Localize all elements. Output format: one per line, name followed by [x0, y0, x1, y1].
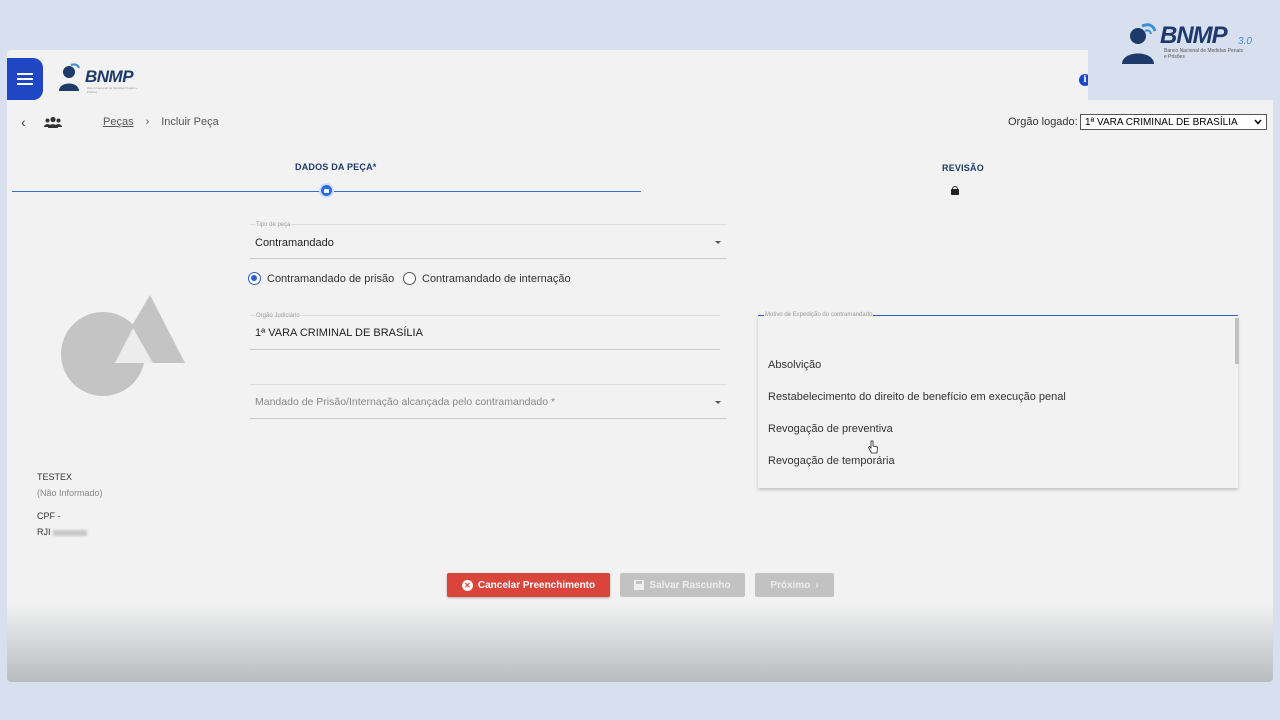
motivo-dropdown[interactable]: Motivo de Expedição do contramandado Abs…: [758, 312, 1239, 488]
dropdown-option[interactable]: Revogação de temporária: [768, 455, 895, 467]
people-icon: [44, 116, 62, 128]
person-name: TESTEX: [37, 472, 73, 482]
save-icon: [634, 580, 645, 590]
close-icon: ✕: [461, 579, 473, 591]
step-label-dados[interactable]: DADOS DA PEÇA*: [295, 162, 376, 172]
person-rji-label: RJI: [37, 527, 51, 537]
org-label: Orgão logado:: [1008, 116, 1078, 128]
tipo-peca-select[interactable]: Tipo de peça Contramandado: [250, 222, 727, 259]
chevron-down-icon: [1254, 119, 1262, 125]
chevron-right-icon: ›: [815, 579, 819, 591]
badge-subtitle: Banco Nacional de Medidas Penais e Prisõ…: [1164, 48, 1243, 60]
redacted-value: [52, 529, 87, 536]
radio-label: Contramandado de prisão: [267, 272, 395, 285]
step-lock-icon: [319, 183, 334, 198]
tipo-peca-label: Tipo de peça: [255, 222, 292, 228]
breadcrumb-link-pecas[interactable]: Peças: [103, 116, 134, 128]
bnmp-badge-logo: BNMP 3.0 Banco Nacional de Medidas Penai…: [1118, 18, 1268, 68]
cancel-button-label: Cancelar Preenchimento: [477, 579, 596, 591]
photo-placeholder-icon: [61, 295, 185, 396]
orgao-judiciario-value: 1ª VARA CRIMINAL DE BRASÍLIA: [255, 327, 423, 339]
person-alias: (Não Informado): [37, 488, 103, 498]
radio-label: Contramandado de internação: [422, 272, 571, 285]
radio-checked-icon[interactable]: [248, 272, 261, 285]
caret-down-icon: [715, 401, 721, 404]
lock-icon: [951, 186, 959, 195]
radio-unchecked-icon[interactable]: [403, 272, 416, 285]
org-select-value: 1ª VARA CRIMINAL DE BRASÍLIA: [1085, 116, 1238, 128]
badge-name: BNMP: [1160, 22, 1228, 49]
person-cpf: CPF -: [37, 511, 61, 521]
mandado-placeholder: Mandado de Prisão/Internação alcançada p…: [255, 396, 556, 408]
person-rji: RJI: [37, 527, 87, 537]
dropdown-option[interactable]: Revogação de preventiva: [768, 423, 893, 435]
step-label-revisao[interactable]: REVISÃO: [942, 163, 984, 173]
caret-down-icon: [715, 241, 721, 244]
breadcrumb: ‹ Peças › Incluir Peça: [21, 114, 219, 130]
person-logo-icon: [1122, 23, 1157, 64]
save-draft-label: Salvar Rascunho: [649, 579, 731, 591]
motivo-label: Motivo de Expedição do contramandado: [764, 312, 874, 318]
radio-contramandado-internacao[interactable]: Contramandado de internação: [403, 272, 571, 285]
cancel-button[interactable]: ✕ Cancelar Preenchimento: [447, 573, 610, 597]
save-draft-button[interactable]: Salvar Rascunho: [620, 573, 745, 597]
person-logo-icon: [59, 63, 80, 91]
radio-contramandado-prisao[interactable]: Contramandado de prisão: [248, 272, 394, 285]
dropdown-option[interactable]: Restabelecimento do direito de benefício…: [768, 391, 1066, 403]
org-select[interactable]: 1ª VARA CRIMINAL DE BRASÍLIA: [1080, 114, 1267, 130]
app-logo-subtitle: Banco Nacional de Medidas Penais e Prisõ…: [87, 86, 137, 94]
app-logo: BNMP Banco Nacional de Medidas Penais e …: [57, 62, 137, 94]
dropdown-scrollbar[interactable]: [1235, 318, 1239, 364]
hand-cursor-icon: [868, 440, 878, 454]
tipo-peca-value: Contramandado: [255, 237, 334, 249]
mandado-select[interactable]: Mandado de Prisão/Internação alcançada p…: [250, 384, 727, 419]
app-logo-name: BNMP: [85, 67, 134, 86]
badge-version: 3.0: [1238, 36, 1252, 47]
dropdown-option[interactable]: Absolvição: [768, 359, 821, 371]
chevron-left-icon[interactable]: ‹: [21, 114, 41, 130]
breadcrumb-current: Incluir Peça: [161, 116, 219, 128]
next-button[interactable]: Próximo ›: [755, 573, 834, 597]
bottom-fade: [7, 602, 1273, 682]
orgao-judiciario-field[interactable]: Orgão Judiciário 1ª VARA CRIMINAL DE BRA…: [250, 313, 720, 350]
orgao-judiciario-label: Orgão Judiciário: [255, 313, 301, 319]
app-window: BNMP Banco Nacional de Medidas Penais e …: [7, 50, 1273, 682]
chevron-right-icon: ›: [145, 116, 150, 128]
hamburger-menu-button[interactable]: [7, 58, 43, 100]
next-button-label: Próximo: [770, 579, 811, 591]
